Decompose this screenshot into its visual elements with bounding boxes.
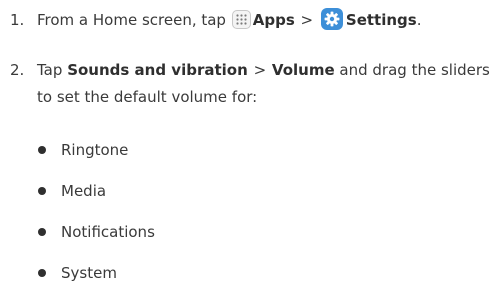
settings-gear-icon	[320, 8, 343, 30]
list-item-label: System	[61, 264, 117, 282]
apps-grid-icon	[231, 10, 251, 29]
list-item-label: Ringtone	[61, 141, 129, 159]
step-1-intro: From a Home screen, tap	[37, 11, 226, 29]
sounds-and-vibration-label: Sounds and vibration	[67, 61, 248, 79]
volume-label: Volume	[271, 61, 335, 79]
step-2-text: Tap Sounds and vibration > Volume and dr…	[37, 57, 502, 111]
separator: >	[300, 11, 314, 29]
bullet-dot	[38, 228, 46, 236]
bullet-dot	[38, 146, 46, 154]
step-1-text: From a Home screen, tap Apps > Settings.	[37, 7, 502, 34]
step-number: 2.	[10, 61, 25, 79]
list-item-label: Notifications	[61, 223, 155, 241]
list-item-label: Media	[61, 182, 107, 200]
step-number: 1.	[10, 11, 25, 29]
period: .	[416, 11, 422, 29]
bullet-dot	[38, 269, 46, 277]
apps-label: Apps	[252, 11, 295, 29]
settings-label: Settings	[345, 11, 417, 29]
step-2-intro: Tap	[37, 61, 63, 79]
separator: >	[253, 61, 267, 79]
bullet-dot	[38, 187, 46, 195]
